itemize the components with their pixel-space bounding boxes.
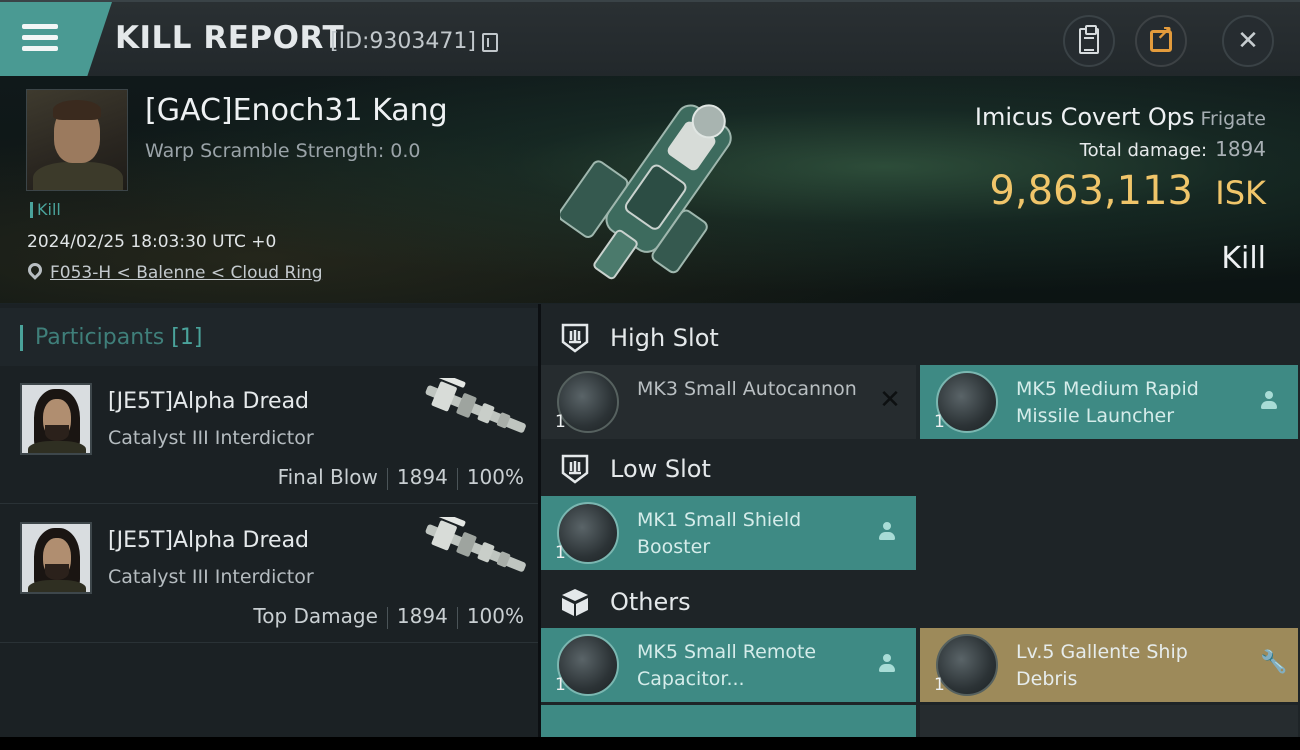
bottom-edge [0, 737, 1300, 750]
location-link[interactable]: F053-H < Balenne < Cloud Ring [50, 263, 323, 283]
module-card[interactable]: 1 Lv.5 Gallente Ship Debris 🔧 [920, 628, 1298, 702]
dropped-person-icon [1260, 389, 1284, 413]
share-button[interactable] [1135, 15, 1187, 67]
module-quantity: 1 [555, 412, 566, 432]
participant-row[interactable]: [JE5T]Alpha Dread Catalyst III Interdict… [0, 505, 538, 643]
ship-class: Frigate [1200, 108, 1266, 130]
low-slot-icon [561, 454, 589, 484]
module-card[interactable]: 1 MK1 Small Shield Booster [541, 496, 916, 570]
participant-stats: Final Blow 1894 100% [278, 465, 524, 490]
shield-booster-icon [557, 502, 619, 564]
participant-name: [JE5T]Alpha Dread [108, 389, 310, 414]
participant-ship-image [425, 378, 526, 433]
victim-ship-image [560, 104, 732, 280]
total-damage-label: Total damage: [1079, 140, 1208, 161]
module-name: MK5 Small Remote Capacitor... [637, 641, 817, 690]
close-icon: ✕ [1237, 26, 1259, 56]
participant-percent: 100% [466, 465, 524, 489]
victim-ship-name[interactable]: Imicus Covert Ops Frigate [975, 103, 1266, 131]
result-label: Kill [1221, 241, 1266, 276]
participant-damage: 1894 [396, 465, 448, 489]
remote-capacitor-icon [557, 634, 619, 696]
module-name: Lv.5 Gallente Ship Debris [1016, 641, 1188, 690]
participants-header: Participants [1] [0, 308, 538, 366]
ship-name-text: Imicus Covert Ops [974, 103, 1195, 131]
isk-unit: ISK [1215, 174, 1266, 212]
participant-ship: Catalyst III Interdictor [108, 427, 314, 449]
participant-damage: 1894 [396, 604, 448, 628]
missile-launcher-icon [936, 371, 998, 433]
module-quantity: 1 [555, 543, 566, 563]
victim-name[interactable]: [GAC]Enoch31 Kang [145, 93, 448, 128]
participant-role: Final Blow [277, 465, 378, 489]
others-header: Others [541, 572, 1300, 632]
warp-scramble-strength: Warp Scramble Strength: 0.0 [145, 140, 421, 162]
participant-avatar[interactable] [20, 383, 92, 455]
kill-tag: Kill [30, 202, 61, 218]
total-damage: Total damage: 1894 [1080, 137, 1266, 161]
destroyed-x-icon: ✕ [879, 385, 901, 415]
participant-stats: Top Damage 1894 100% [253, 604, 524, 629]
participant-role: Top Damage [253, 604, 378, 628]
dropped-person-icon [878, 652, 902, 676]
low-slot-title: Low Slot [610, 455, 711, 483]
module-quantity: 1 [555, 675, 566, 695]
copy-icon[interactable] [482, 33, 498, 52]
module-quantity: 1 [934, 412, 945, 432]
module-name: MK3 Small Autocannon [637, 378, 857, 400]
participants-panel: Participants [1] [JE5T]Alpha Dread Catal… [0, 304, 538, 740]
autocannon-icon [557, 371, 619, 433]
close-button[interactable]: ✕ [1222, 15, 1274, 67]
participant-row[interactable]: [JE5T]Alpha Dread Catalyst III Interdict… [0, 366, 538, 504]
clipboard-icon [1079, 25, 1099, 54]
hamburger-menu-icon[interactable] [22, 24, 58, 52]
others-title: Others [610, 588, 691, 616]
victim-summary: [GAC]Enoch31 Kang Warp Scramble Strength… [0, 76, 1300, 304]
menu-button[interactable] [0, 2, 112, 76]
high-slot-header: High Slot [541, 308, 1300, 368]
participants-title: Participants [1] [20, 325, 202, 351]
dropped-person-icon [878, 520, 902, 544]
total-damage-value: 1894 [1215, 137, 1266, 161]
share-icon [1150, 21, 1173, 52]
participant-name: [JE5T]Alpha Dread [108, 528, 310, 553]
ship-debris-icon [936, 634, 998, 696]
clipboard-button[interactable] [1063, 15, 1115, 67]
victim-portrait[interactable] [26, 89, 128, 191]
page-title: KILL REPORT [115, 20, 345, 56]
module-card[interactable]: 1 MK5 Small Remote Capacitor... [541, 628, 916, 702]
participants-count: [1] [171, 325, 203, 350]
high-slot-icon [561, 323, 589, 353]
participant-percent: 100% [466, 604, 524, 628]
module-card[interactable]: 1 MK5 Medium Rapid Missile Launcher [920, 365, 1298, 439]
report-id: [ID:9303471] [330, 29, 476, 54]
location-pin-icon [25, 260, 45, 280]
participants-title-text: Participants [35, 325, 165, 350]
cube-icon [562, 589, 588, 616]
participant-ship-image [425, 517, 526, 572]
top-bar: KILL REPORT [ID:9303471] ✕ [0, 0, 1300, 76]
module-quantity: 1 [934, 675, 945, 695]
module-name: MK5 Medium Rapid Missile Launcher [1016, 378, 1199, 427]
wrench-icon: 🔧 [1260, 650, 1288, 675]
fitting-panel: High Slot 1 MK3 Small Autocannon ✕ 1 MK5… [541, 304, 1300, 745]
participant-ship: Catalyst III Interdictor [108, 566, 314, 588]
module-name: MK1 Small Shield Booster [637, 509, 802, 558]
module-card[interactable]: 1 MK3 Small Autocannon ✕ [541, 365, 916, 439]
high-slot-title: High Slot [610, 324, 719, 352]
participant-avatar[interactable] [20, 522, 92, 594]
kill-timestamp: 2024/02/25 18:03:30 UTC +0 [27, 232, 277, 252]
low-slot-header: Low Slot [541, 439, 1300, 499]
isk-value: 9,863,113 [989, 168, 1193, 214]
